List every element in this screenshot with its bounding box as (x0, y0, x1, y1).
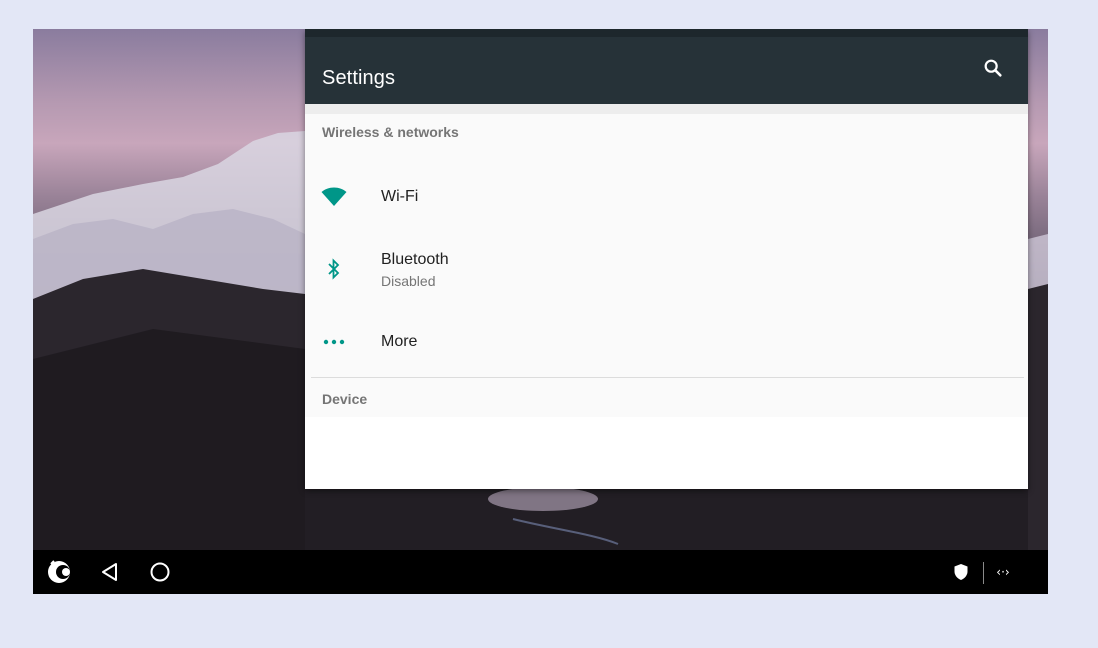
device-screen: Settings Wireless & networks Wi-Fi Bluet… (33, 29, 1048, 594)
search-icon[interactable] (978, 53, 1008, 83)
settings-item-label: Bluetooth (381, 251, 449, 268)
settings-item-label: More (381, 333, 418, 350)
settings-list: Wireless & networks Wi-Fi Bluetooth Disa… (305, 104, 1028, 417)
launcher-logo-icon[interactable] (39, 550, 79, 594)
settings-toolbar: Settings (305, 29, 1028, 104)
settings-item-bluetooth[interactable]: Bluetooth Disabled (305, 239, 1028, 299)
home-icon[interactable] (140, 550, 180, 594)
category-wireless-networks: Wireless & networks (322, 124, 459, 140)
settings-item-label: Wi-Fi (381, 188, 419, 205)
navigation-bar: ‹·› (33, 550, 1048, 594)
page-title: Settings (322, 67, 396, 89)
category-device: Device (322, 391, 368, 407)
shield-icon[interactable] (941, 550, 981, 594)
settings-item-more[interactable]: More (305, 312, 1028, 372)
settings-item-summary: Disabled (381, 273, 436, 289)
settings-item-wifi[interactable]: Wi-Fi (305, 167, 1028, 227)
back-icon[interactable] (90, 550, 130, 594)
remote-connection-icon[interactable]: ‹·› (983, 550, 1023, 594)
bluetooth-icon (320, 239, 348, 299)
more-dots-icon (320, 312, 348, 372)
settings-window: Settings Wireless & networks Wi-Fi Bluet… (305, 29, 1028, 489)
device-section: Device (305, 378, 1028, 415)
wifi-icon (320, 167, 348, 227)
